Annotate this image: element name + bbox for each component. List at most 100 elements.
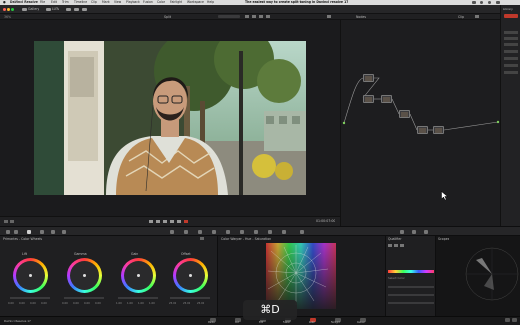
viewer-options-icon[interactable] xyxy=(245,15,249,18)
lift-value-y[interactable]: 0.00 xyxy=(8,302,14,306)
page-label-deliver[interactable]: Deliver xyxy=(357,321,365,325)
library-item[interactable] xyxy=(504,64,518,67)
tracker-icon[interactable] xyxy=(226,230,230,234)
magic-mask-icon[interactable] xyxy=(240,230,244,234)
picker-minus-icon[interactable] xyxy=(400,244,404,247)
luts-label[interactable]: LUTs xyxy=(52,7,59,11)
library-item[interactable] xyxy=(504,57,518,60)
timeline-icon[interactable] xyxy=(82,8,87,11)
gain-value-r[interactable]: 1.00 xyxy=(127,302,133,306)
settings-icon[interactable] xyxy=(512,318,517,322)
keyframes-palette-icon[interactable] xyxy=(400,230,404,234)
page-label-fusion[interactable]: Fusion xyxy=(283,321,290,325)
close-window-button[interactable] xyxy=(3,8,6,11)
reverse-play-icon[interactable] xyxy=(156,220,160,223)
gamma-value-g[interactable]: 0.00 xyxy=(84,302,90,306)
page-label-media[interactable]: Media xyxy=(208,321,215,325)
color-warper-icon[interactable] xyxy=(184,230,188,234)
control-center-icon[interactable] xyxy=(496,1,500,4)
node-05[interactable] xyxy=(417,126,428,134)
offset-value-g[interactable]: 25.00 xyxy=(183,302,190,306)
offset-value-b[interactable]: 25.00 xyxy=(197,302,204,306)
picker-plus-icon[interactable] xyxy=(394,244,398,247)
gamma-value-y[interactable]: 0.00 xyxy=(62,302,68,306)
color-match-icon[interactable] xyxy=(14,230,18,234)
viewer-timecode-box[interactable] xyxy=(218,15,240,18)
viewer-menu-icon[interactable] xyxy=(327,15,331,18)
clip-label[interactable]: Clip xyxy=(458,15,464,19)
page-label-edit[interactable]: Edit xyxy=(259,321,263,325)
picker-icon[interactable] xyxy=(388,244,392,247)
lift-wheel[interactable] xyxy=(13,258,48,293)
offset-master-slider[interactable] xyxy=(170,297,210,299)
gallery-icon[interactable] xyxy=(22,8,27,11)
node-01[interactable] xyxy=(363,74,374,82)
gain-value-g[interactable]: 1.00 xyxy=(138,302,144,306)
qualifier-slider[interactable] xyxy=(388,286,434,288)
library-label[interactable]: Library xyxy=(503,7,513,11)
page-label-cut[interactable]: Cut xyxy=(235,321,239,325)
skip-forward-icon[interactable] xyxy=(177,220,181,223)
scopes-palette-icon[interactable] xyxy=(412,230,416,234)
qualifier-icon[interactable] xyxy=(198,230,202,234)
home-icon[interactable] xyxy=(505,318,510,322)
search-icon[interactable] xyxy=(488,1,491,4)
lift-value-g[interactable]: 0.00 xyxy=(30,302,36,306)
sizing-icon[interactable] xyxy=(282,230,286,234)
lift-value-r[interactable]: 0.00 xyxy=(19,302,25,306)
gain-value-y[interactable]: 1.00 xyxy=(116,302,122,306)
minimize-window-button[interactable] xyxy=(7,8,10,11)
gain-master-slider[interactable] xyxy=(118,297,158,299)
grab-still-icon[interactable] xyxy=(10,220,14,223)
offset-value-r[interactable]: 25.00 xyxy=(169,302,176,306)
split-screen-icon[interactable] xyxy=(259,15,263,18)
window-icon[interactable] xyxy=(212,230,216,234)
key-icon[interactable] xyxy=(268,230,272,234)
library-item[interactable] xyxy=(504,37,518,40)
viewer-tools-icon[interactable] xyxy=(4,220,8,223)
hue-strip[interactable] xyxy=(388,270,434,273)
info-icon[interactable] xyxy=(424,230,428,234)
loop-icon[interactable] xyxy=(184,220,188,223)
node-02[interactable] xyxy=(363,95,374,103)
wipe-icon[interactable] xyxy=(252,15,256,18)
stop-icon[interactable] xyxy=(163,220,167,223)
gain-value-b[interactable]: 1.00 xyxy=(149,302,155,306)
motion-effects-icon[interactable] xyxy=(51,230,55,234)
qualifier-slider[interactable] xyxy=(388,302,434,304)
gamma-value-r[interactable]: 0.00 xyxy=(73,302,79,306)
rgb-mixer-icon[interactable] xyxy=(40,230,44,234)
page-label-fairlight[interactable]: Fairlight xyxy=(331,321,340,325)
wifi-icon[interactable] xyxy=(480,1,483,4)
node-06[interactable] xyxy=(433,126,444,134)
library-item[interactable] xyxy=(504,31,518,34)
media-pool-icon[interactable] xyxy=(66,8,71,11)
color-wheels-icon[interactable] xyxy=(27,230,31,234)
wheels-menu-icon[interactable] xyxy=(200,237,204,240)
curves-icon[interactable] xyxy=(170,230,174,234)
highlight-icon[interactable] xyxy=(266,15,270,18)
luts-icon[interactable] xyxy=(46,8,51,11)
skip-back-icon[interactable] xyxy=(149,220,153,223)
blur-icon[interactable] xyxy=(254,230,258,234)
node-options-icon[interactable] xyxy=(475,15,479,18)
zoom-level[interactable]: 36% xyxy=(4,15,11,19)
node-editor[interactable] xyxy=(340,20,500,226)
page-label-color[interactable]: Color xyxy=(309,321,315,325)
gamma-master-slider[interactable] xyxy=(64,297,104,299)
node-03[interactable] xyxy=(381,95,392,103)
battery-icon[interactable] xyxy=(472,1,476,4)
library-item[interactable] xyxy=(504,43,518,46)
video-frame[interactable] xyxy=(34,41,306,195)
library-item[interactable] xyxy=(504,50,518,53)
3d-icon[interactable] xyxy=(300,230,304,234)
qualifier-slider[interactable] xyxy=(388,294,434,296)
play-icon[interactable] xyxy=(170,220,174,223)
gain-wheel[interactable] xyxy=(121,258,156,293)
gamma-wheel[interactable] xyxy=(67,258,102,293)
node-04[interactable] xyxy=(399,110,410,118)
gamma-value-b[interactable]: 0.00 xyxy=(95,302,101,306)
gallery-label[interactable]: Gallery xyxy=(28,7,39,11)
zoom-window-button[interactable] xyxy=(11,8,14,11)
lift-value-b[interactable]: 0.00 xyxy=(41,302,47,306)
